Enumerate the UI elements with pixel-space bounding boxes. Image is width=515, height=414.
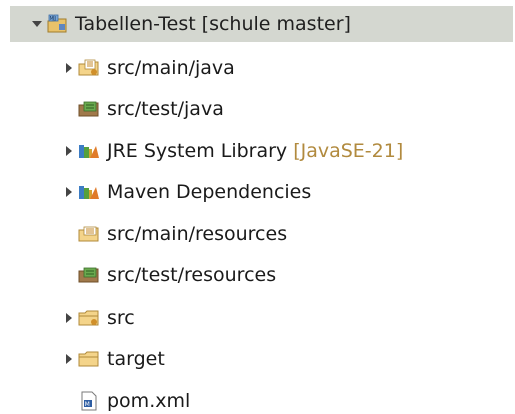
svg-text:J: J [54,16,56,22]
tree-item-label: src/main/java [107,56,235,79]
maven-project-icon: M J [46,13,68,35]
tree-item-project[interactable]: M J Tabellen-Test [schule master] [10,6,513,42]
source-folder-icon [78,98,100,120]
tree-item-label: src/test/java [107,97,224,120]
folder-modified-icon [78,307,100,329]
jre-version-decoration: [JavaSE-21] [293,140,404,162]
resource-folder-icon [78,223,100,245]
tree-item-maven-dependencies[interactable]: Maven Dependencies [60,174,311,210]
expand-arrow-icon[interactable] [60,183,78,201]
tree-item-src-test-resources[interactable]: src/test/resources [78,257,276,293]
tree-item-src-test-java[interactable]: src/test/java [78,91,224,127]
tree-item-label: src/test/resources [107,263,277,286]
tree-item-target[interactable]: target [60,341,165,377]
tree-item-label: JRE System Library [107,139,288,162]
library-icon [78,181,100,203]
tree-item-src-main-resources[interactable]: src/main/resources [78,216,287,252]
tree-item-label: pom.xml [107,389,191,412]
tree-item-pom-xml[interactable]: M pom.xml [78,383,190,414]
tree-item-src-main-java[interactable]: src/main/java [60,50,235,86]
tree-item-label: src/main/resources [107,222,288,245]
source-folder-modified-icon [78,57,100,79]
folder-icon [78,348,100,370]
svg-text:M: M [50,16,54,22]
tree-item-label: src [107,306,135,329]
tree-item-jre-system-library[interactable]: JRE System Library [JavaSE-21] [60,133,403,169]
project-name: Tabellen-Test [75,12,196,35]
tree-item-src[interactable]: src [60,300,135,336]
source-folder-icon [78,264,100,286]
tree-item-label: target [107,347,165,370]
expand-arrow-icon[interactable] [60,350,78,368]
expand-arrow-icon[interactable] [60,142,78,160]
expand-arrow-icon[interactable] [60,59,78,77]
svg-text:M: M [85,401,90,408]
library-icon [78,140,100,162]
package-explorer-tree: M J Tabellen-Test [schule master] src/ma… [0,0,515,414]
expand-arrow-icon[interactable] [60,309,78,327]
project-decoration: [schule master] [201,13,351,35]
maven-xml-file-icon: M [78,390,100,412]
collapse-arrow-icon[interactable] [28,15,46,33]
tree-item-label: Maven Dependencies [107,180,312,203]
